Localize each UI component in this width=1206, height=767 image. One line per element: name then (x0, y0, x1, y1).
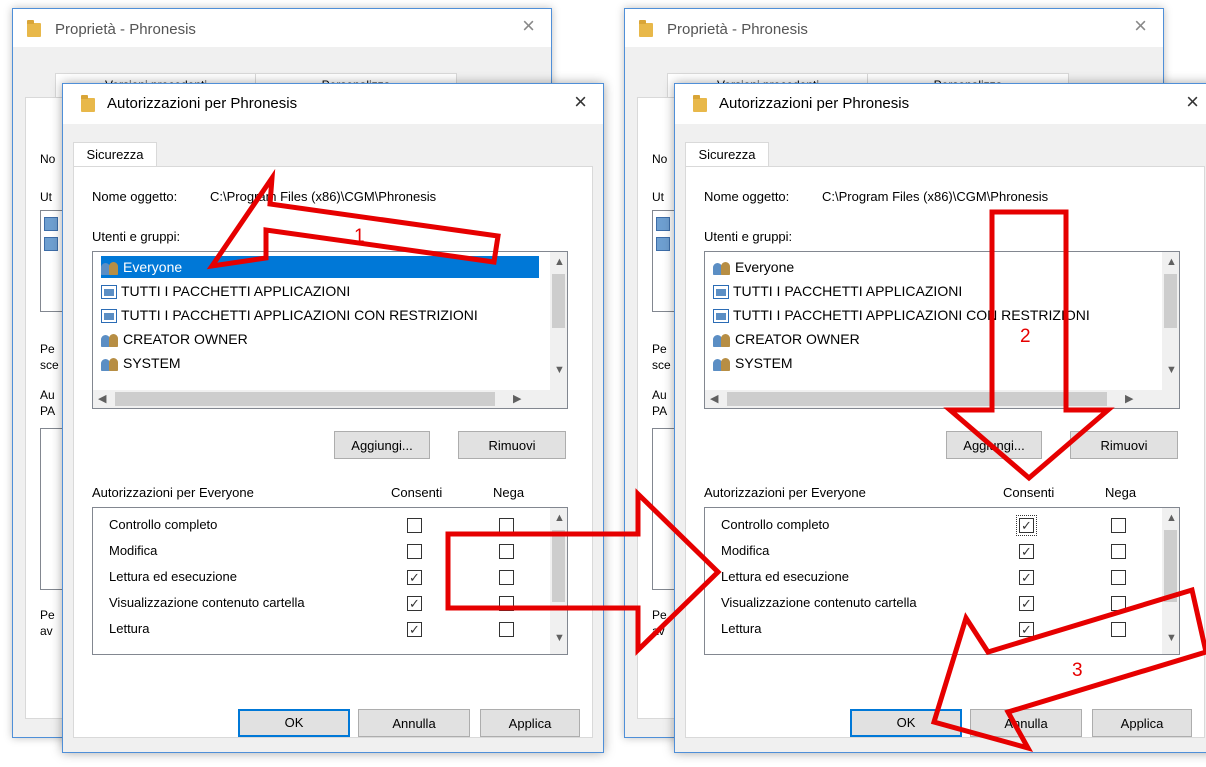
annotation-overlay (206, 168, 1206, 752)
annotation-arrow-4 (930, 586, 1206, 752)
annotation-arrow-1 (206, 168, 501, 270)
step-label-1: 1 (354, 226, 365, 247)
annotation-arrow-3 (445, 488, 722, 656)
step-label-2: 2 (1020, 326, 1031, 347)
step-label-3: 3 (1072, 660, 1083, 681)
